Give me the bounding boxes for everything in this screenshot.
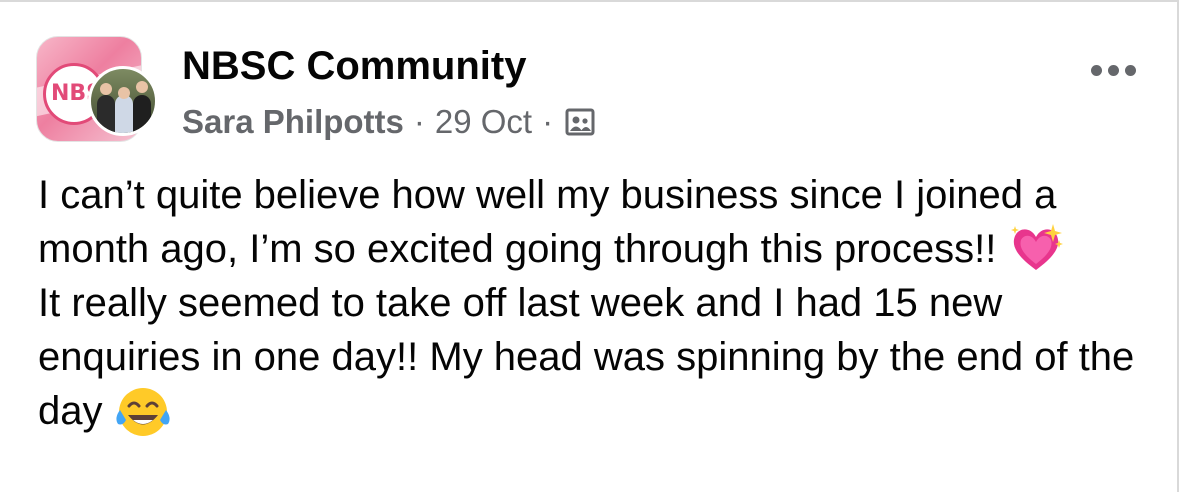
post-text: It really seemed to take off last week a… [38,281,1135,433]
post-card: NBS NBSC Community Sara Philpotts · 29 O… [0,0,1179,492]
group-members-icon[interactable] [565,107,595,137]
post-paragraph: It really seemed to take off last week a… [38,276,1158,438]
avatar-head [100,83,112,95]
avatar-person [115,95,133,133]
post-meta: Sara Philpotts · 29 Oct · [182,102,595,142]
meta-separator: · [413,103,425,140]
more-dot [1107,64,1119,76]
tears-of-joy-emoji [114,384,172,438]
avatar-head [136,81,148,93]
post-body: I can’t quite believe how well my busine… [38,168,1158,438]
post-avatars[interactable]: NBS [36,36,158,142]
avatar-head [118,87,130,99]
avatar-person [133,95,151,133]
group-name-link[interactable]: NBSC Community [182,44,526,88]
post-date-link[interactable]: 29 Oct [435,103,532,141]
author-avatar[interactable] [88,66,158,136]
more-dot [1090,64,1102,76]
sparkling-heart-emoji [1007,222,1065,276]
meta-separator: · [542,103,554,140]
post-text: I can’t quite believe how well my busine… [38,173,1057,271]
avatar-person [97,95,115,133]
more-options-icon[interactable] [1083,52,1143,88]
post-paragraph: I can’t quite believe how well my busine… [38,168,1158,276]
author-name-link[interactable]: Sara Philpotts [182,103,404,141]
more-dot [1124,64,1136,76]
